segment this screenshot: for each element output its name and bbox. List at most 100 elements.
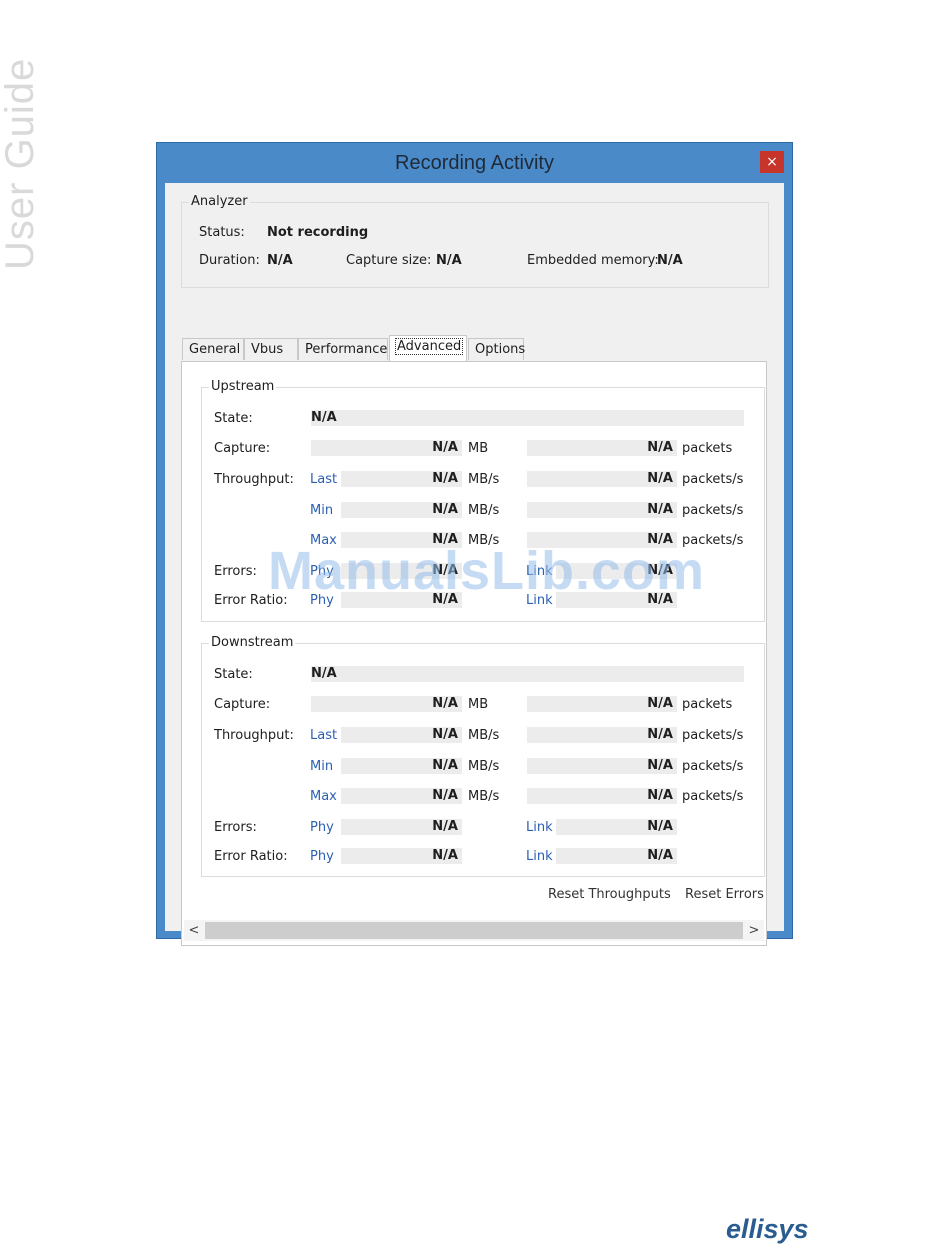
errors-label: Errors: — [214, 820, 257, 835]
advanced-panel: Upstream State: N/A Capture: N/A MB N/A … — [181, 361, 767, 946]
error-ratio-label: Error Ratio: — [214, 849, 288, 864]
unit-mbs: MB/s — [468, 759, 500, 774]
downstream-errors-phy-field: N/A — [341, 819, 462, 835]
ellisys-logo: ellisys — [726, 1214, 809, 1244]
upstream-last-mbs-value: N/A — [432, 471, 458, 486]
tab-options[interactable]: Options — [468, 338, 525, 360]
upstream-capture-mb-field: N/A — [311, 440, 462, 456]
downstream-min-packets-value: N/A — [647, 758, 673, 773]
downstream-min-mbs-field: N/A — [341, 758, 462, 774]
downstream-max-mbs-field: N/A — [341, 788, 462, 804]
link-link[interactable]: Link — [526, 820, 553, 835]
downstream-max-packets-field: N/A — [527, 788, 677, 804]
downstream-last-mbs-value: N/A — [432, 727, 458, 742]
downstream-ratio-phy-field: N/A — [341, 848, 462, 864]
tab-general[interactable]: General — [182, 338, 244, 360]
upstream-last-packets-value: N/A — [647, 471, 673, 486]
window-title: Recording Activity — [395, 152, 554, 174]
max-link[interactable]: Max — [310, 789, 337, 804]
min-link[interactable]: Min — [310, 503, 333, 518]
downstream-capture-packets-field: N/A — [527, 696, 677, 712]
upstream-last-packets-field: N/A — [527, 471, 677, 487]
state-label: State: — [214, 667, 253, 682]
unit-packets-s: packets/s — [682, 503, 744, 518]
upstream-last-mbs-field: N/A — [341, 471, 462, 487]
advanced-content: Upstream State: N/A Capture: N/A MB N/A … — [182, 362, 765, 904]
unit-packets: packets — [682, 697, 733, 712]
upstream-capture-mb-value: N/A — [432, 440, 458, 455]
horizontal-scrollbar[interactable]: < > — [184, 920, 764, 941]
downstream-last-mbs-field: N/A — [341, 727, 462, 743]
last-link[interactable]: Last — [310, 728, 337, 743]
unit-mb: MB — [468, 441, 489, 456]
unit-packets-s: packets/s — [682, 789, 744, 804]
upstream-min-mbs-field: N/A — [341, 502, 462, 518]
last-link[interactable]: Last — [310, 472, 337, 487]
upstream-min-mbs-value: N/A — [432, 502, 458, 517]
state-label: State: — [214, 411, 253, 426]
upstream-capture-packets-value: N/A — [647, 440, 673, 455]
upstream-state-value: N/A — [311, 410, 337, 425]
tab-vbus[interactable]: Vbus — [244, 338, 298, 360]
downstream-errors-link-value: N/A — [647, 819, 673, 834]
capture-label: Capture: — [214, 441, 271, 456]
status-label: Status: — [199, 225, 245, 240]
downstream-min-mbs-value: N/A — [432, 758, 458, 773]
downstream-title: Downstream — [209, 635, 296, 650]
downstream-capture-mb-value: N/A — [432, 696, 458, 711]
phy-link[interactable]: Phy — [310, 849, 334, 864]
unit-packets-s: packets/s — [682, 759, 744, 774]
throughput-label: Throughput: — [214, 728, 294, 743]
duration-label: Duration: — [199, 253, 260, 268]
downstream-ratio-link-field: N/A — [556, 848, 677, 864]
downstream-errors-phy-value: N/A — [432, 819, 458, 834]
downstream-last-packets-value: N/A — [647, 727, 673, 742]
unit-mbs: MB/s — [468, 728, 500, 743]
close-icon[interactable]: × — [760, 151, 784, 173]
unit-mb: MB — [468, 697, 489, 712]
scrollbar-thumb[interactable] — [205, 922, 743, 939]
downstream-state-field: N/A — [311, 666, 744, 682]
unit-mbs: MB/s — [468, 503, 500, 518]
status-value: Not recording — [267, 225, 369, 240]
embedded-memory-value: N/A — [657, 253, 683, 268]
side-title: User Guide — [0, 57, 42, 270]
unit-packets-s: packets/s — [682, 728, 744, 743]
upstream-title: Upstream — [209, 379, 277, 394]
downstream-last-packets-field: N/A — [527, 727, 677, 743]
upstream-min-packets-field: N/A — [527, 502, 677, 518]
embedded-memory-label: Embedded memory: — [527, 253, 659, 268]
phy-link[interactable]: Phy — [310, 820, 334, 835]
capture-label: Capture: — [214, 697, 271, 712]
upstream-state-field: N/A — [311, 410, 744, 426]
downstream-max-mbs-value: N/A — [432, 788, 458, 803]
downstream-state-value: N/A — [311, 666, 337, 681]
min-link[interactable]: Min — [310, 759, 333, 774]
tab-advanced-label: Advanced — [394, 338, 464, 355]
errors-label: Errors: — [214, 564, 257, 579]
unit-mbs: MB/s — [468, 789, 500, 804]
watermark: ManualsLib.com — [268, 541, 706, 601]
tab-performance[interactable]: Performance — [298, 338, 388, 360]
downstream-max-packets-value: N/A — [647, 788, 673, 803]
capture-size-value: N/A — [436, 253, 462, 268]
upstream-capture-packets-field: N/A — [527, 440, 677, 456]
reset-throughputs-button[interactable]: Reset Throughputs — [548, 887, 671, 902]
unit-packets-s: packets/s — [682, 472, 744, 487]
downstream-ratio-phy-value: N/A — [432, 848, 458, 863]
reset-errors-button[interactable]: Reset Errors — [685, 887, 764, 902]
tab-advanced[interactable]: Advanced — [389, 335, 467, 361]
scroll-left-icon[interactable]: < — [185, 921, 203, 940]
capture-size-label: Capture size: — [346, 253, 432, 268]
title-bar: Recording Activity × — [157, 143, 792, 183]
downstream-capture-mb-field: N/A — [311, 696, 462, 712]
analyzer-label: Analyzer — [189, 194, 250, 209]
downstream-capture-packets-value: N/A — [647, 696, 673, 711]
analyzer-group: Analyzer Status: Not recording Duration:… — [181, 194, 769, 288]
unit-mbs: MB/s — [468, 472, 500, 487]
scroll-right-icon[interactable]: > — [745, 921, 763, 940]
duration-value: N/A — [267, 253, 293, 268]
link-link[interactable]: Link — [526, 849, 553, 864]
unit-packets: packets — [682, 441, 733, 456]
downstream-ratio-link-value: N/A — [647, 848, 673, 863]
